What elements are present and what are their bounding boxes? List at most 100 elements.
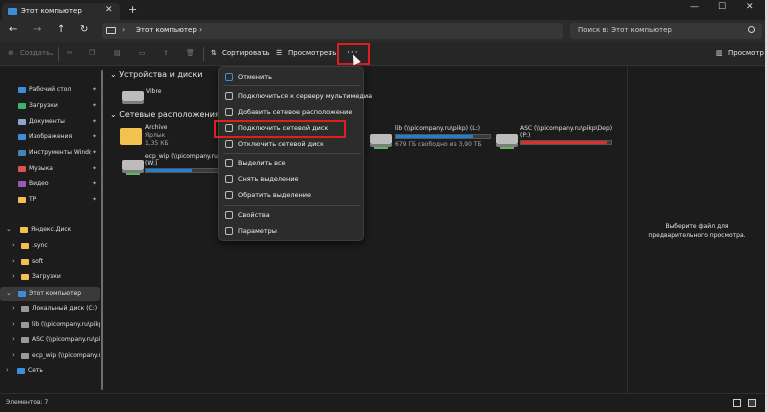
view-icon[interactable]: ☰ xyxy=(276,49,282,57)
chevron-right-icon[interactable]: › xyxy=(12,272,15,280)
chevron-down-icon[interactable]: ⌄ xyxy=(6,289,12,297)
sidebar-item-folder[interactable]: › soft xyxy=(0,255,100,269)
network-location-icon xyxy=(225,108,233,116)
sidebar-item-label: Сеть xyxy=(28,367,43,374)
menu-item[interactable]: Свойства xyxy=(219,208,365,222)
sidebar-item-label: Видео xyxy=(29,180,49,187)
menu-item[interactable]: Параметры xyxy=(219,224,365,238)
menu-item-label: Выделить все xyxy=(238,159,286,167)
sidebar-item-quick-access[interactable]: Рабочий стол ✦ xyxy=(0,83,100,97)
sidebar-item-network[interactable]: › Сеть xyxy=(0,364,100,378)
sidebar-item-folder[interactable]: › .sync xyxy=(0,239,100,253)
back-arrow-icon[interactable]: ← xyxy=(9,24,17,35)
sidebar-item-quick-access[interactable]: Музыка ✦ xyxy=(0,162,100,176)
devices-section-header[interactable]: ⌄ Устройства и диски xyxy=(110,70,202,79)
chevron-right-icon[interactable]: › xyxy=(12,351,15,359)
sidebar-item-quick-access[interactable]: Документы ✦ xyxy=(0,115,100,129)
usage-bar-fill xyxy=(396,135,474,138)
free-space: 679 ГБ свободно из 3,90 ТБ xyxy=(395,141,482,148)
menu-item[interactable]: Снять выделение xyxy=(219,172,365,186)
chevron-down-icon[interactable]: ⌄ xyxy=(49,49,55,57)
sidebar-item-label: Документы xyxy=(29,118,65,125)
sidebar-item-label: lib (\\picompany.ru\pikp) (L:) xyxy=(32,321,100,328)
sidebar-item-quick-access[interactable]: Видео ✦ xyxy=(0,177,100,191)
delete-icon[interactable]: 🗑 xyxy=(186,49,195,57)
chevron-right-icon[interactable]: › xyxy=(199,25,202,34)
tab-label: Этот компьютер xyxy=(21,7,82,15)
forward-arrow-icon[interactable]: → xyxy=(33,24,41,35)
pin-icon[interactable]: ✦ xyxy=(92,165,97,172)
pin-icon[interactable]: ✦ xyxy=(92,118,97,125)
sidebar-item-quick-access[interactable]: Изображения ✦ xyxy=(0,130,100,144)
pin-icon[interactable]: ✦ xyxy=(92,102,97,109)
menu-item[interactable]: Отключить сетевой диск xyxy=(219,137,365,151)
minimize-icon[interactable]: — xyxy=(690,2,699,12)
address-bar[interactable]: › Этот компьютер › xyxy=(102,23,563,39)
chevron-down-icon[interactable]: ⌄ xyxy=(327,49,333,57)
file-list: ⌄ Устройства и диски Vibre ⌄ Сетевые рас… xyxy=(106,66,626,393)
preview-pane-icon[interactable]: ▥ xyxy=(716,49,723,57)
toolbar-divider xyxy=(58,47,59,61)
refresh-icon[interactable]: ↻ xyxy=(80,24,88,35)
chevron-right-icon[interactable]: › xyxy=(12,241,15,249)
search-placeholder: Поиск в: Этот компьютер xyxy=(578,26,672,34)
tiles-view-icon[interactable] xyxy=(748,399,756,407)
chevron-right-icon[interactable]: › xyxy=(6,366,9,374)
sidebar-item-drive[interactable]: › ASC (\\picompany.ru\pikp\Dep) (P:) xyxy=(0,333,100,347)
tab-this-pc[interactable]: Этот компьютер ✕ xyxy=(2,3,120,20)
sidebar-item-label: soft xyxy=(32,258,44,265)
sidebar-scrollbar[interactable] xyxy=(101,70,103,390)
network-section-header[interactable]: ⌄ Сетевые расположения xyxy=(110,110,220,119)
share-icon[interactable]: ⇪ xyxy=(163,49,169,57)
chevron-right-icon[interactable]: › xyxy=(122,25,125,34)
chevron-right-icon[interactable]: › xyxy=(12,304,15,312)
sidebar-item-drive[interactable]: › Локальный диск (C:) xyxy=(0,302,100,316)
folder-icon xyxy=(18,166,26,172)
menu-item[interactable]: Отменить xyxy=(219,70,365,84)
sidebar-item-folder[interactable]: › Загрузки xyxy=(0,270,100,284)
close-window-icon[interactable]: ✕ xyxy=(746,2,754,12)
maximize-icon[interactable]: ☐ xyxy=(718,2,726,12)
preview-button[interactable]: Просмотр xyxy=(728,49,764,57)
menu-item[interactable]: Добавить сетевое расположение xyxy=(219,105,365,119)
sidebar-item-quick-access[interactable]: Загрузки ✦ xyxy=(0,99,100,113)
create-button[interactable]: Создать xyxy=(20,49,50,57)
menu-item[interactable]: Подключиться к серверу мультимедиа xyxy=(219,89,372,103)
sidebar-item-quick-access[interactable]: TP ✦ xyxy=(0,193,100,207)
sidebar-item-yandex-disk[interactable]: ⌄ Яндекс.Диск xyxy=(0,223,100,237)
undo-icon xyxy=(225,73,233,81)
new-plus-icon[interactable]: ⊕ xyxy=(8,49,14,57)
chevron-down-icon[interactable]: ⌄ xyxy=(262,49,268,57)
invert-selection-icon xyxy=(225,191,233,199)
search-input[interactable]: Поиск в: Этот компьютер xyxy=(570,23,762,39)
paste-icon[interactable]: ▤ xyxy=(114,49,121,57)
sidebar-item-drive[interactable]: › lib (\\picompany.ru\pikp) (L:) xyxy=(0,318,100,332)
folder-icon xyxy=(18,197,26,203)
close-icon[interactable]: ✕ xyxy=(105,5,113,15)
rename-icon[interactable]: ▭ xyxy=(139,49,146,57)
chevron-right-icon[interactable]: › xyxy=(12,320,15,328)
pin-icon[interactable]: ✦ xyxy=(92,86,97,93)
chevron-down-icon[interactable]: ⌄ xyxy=(6,225,12,233)
menu-item[interactable]: Выделить все xyxy=(219,156,365,170)
sidebar-item-quick-access[interactable]: Инструменты Windows✦ xyxy=(0,146,100,160)
pin-icon[interactable]: ✦ xyxy=(92,149,97,156)
pin-icon[interactable]: ✦ xyxy=(92,180,97,187)
breadcrumb[interactable]: Этот компьютер xyxy=(136,26,197,34)
plus-icon[interactable]: + xyxy=(128,3,137,16)
pin-icon[interactable]: ✦ xyxy=(92,133,97,140)
cut-icon[interactable]: ✂ xyxy=(67,49,73,57)
sidebar-item-drive[interactable]: › ecp_wip (\\picompany.ru\pikp) (W:) xyxy=(0,349,100,363)
folder-tab-icon xyxy=(8,8,17,15)
folder-icon xyxy=(18,119,26,125)
sidebar-item-label: .sync xyxy=(32,242,48,249)
up-arrow-icon[interactable]: ↑ xyxy=(57,24,65,35)
details-view-icon[interactable] xyxy=(733,399,741,407)
chevron-right-icon[interactable]: › xyxy=(12,335,15,343)
copy-icon[interactable]: ❐ xyxy=(89,49,95,57)
menu-item[interactable]: Обратить выделение xyxy=(219,188,365,202)
chevron-right-icon[interactable]: › xyxy=(12,257,15,265)
sidebar-item-this-pc[interactable]: ⌄ Этот компьютер xyxy=(0,287,100,301)
pin-icon[interactable]: ✦ xyxy=(92,196,97,203)
sort-icon[interactable]: ⇅ xyxy=(211,49,217,57)
